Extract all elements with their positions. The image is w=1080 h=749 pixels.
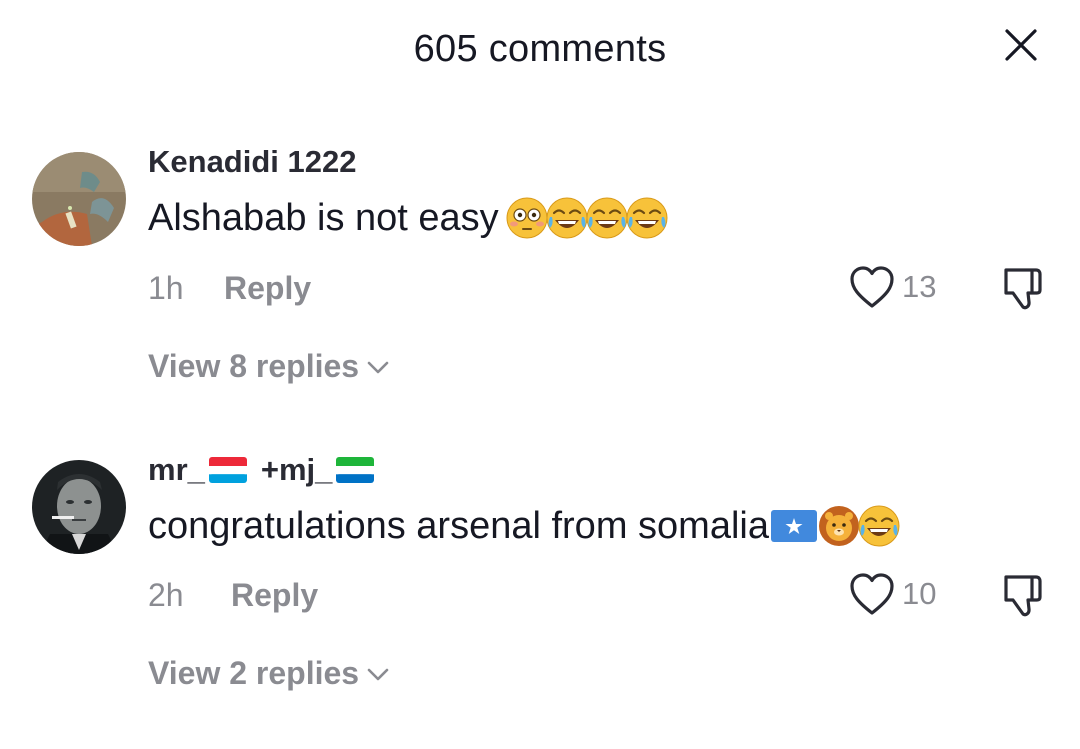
sierra-leone-flag-icon	[336, 457, 375, 483]
view-replies-label: View 2 replies	[148, 655, 360, 691]
heart-icon	[850, 573, 894, 615]
somalia-flag-icon	[770, 510, 817, 542]
comment-username[interactable]: mr_ +mj_	[148, 452, 378, 488]
chevron-down-icon	[367, 361, 389, 373]
reply-button[interactable]: Reply	[231, 577, 318, 614]
avatar[interactable]	[32, 460, 126, 554]
lion-face-icon	[818, 506, 859, 546]
face-with-tears-of-joy-icon	[858, 505, 900, 547]
comment-text-content: congratulations arsenal from somalia	[148, 504, 769, 547]
comment-text: congratulations arsenal from somalia	[148, 504, 901, 548]
view-replies-button[interactable]: View 2 replies	[148, 655, 391, 692]
like-button[interactable]: 10	[848, 571, 936, 617]
comments-sheet: 605 comments Kenadidi 1222 Alshabab is n…	[0, 0, 1080, 749]
luxembourg-flag-icon	[208, 457, 247, 483]
view-replies-button[interactable]: View 8 replies	[148, 348, 391, 385]
thumbs-down-icon	[1004, 575, 1042, 617]
comment-emojis	[770, 504, 901, 548]
chevron-down-icon	[367, 668, 389, 680]
username-part: mr_	[148, 452, 205, 487]
view-replies-label: View 8 replies	[148, 348, 360, 384]
like-count: 10	[902, 576, 937, 611]
dislike-button[interactable]	[998, 569, 1050, 621]
comment-item: mr_ +mj_ congratulations arsenal from so…	[0, 0, 1080, 691]
username-part: +mj_	[260, 452, 333, 487]
comment-timestamp: 2h	[148, 577, 184, 613]
